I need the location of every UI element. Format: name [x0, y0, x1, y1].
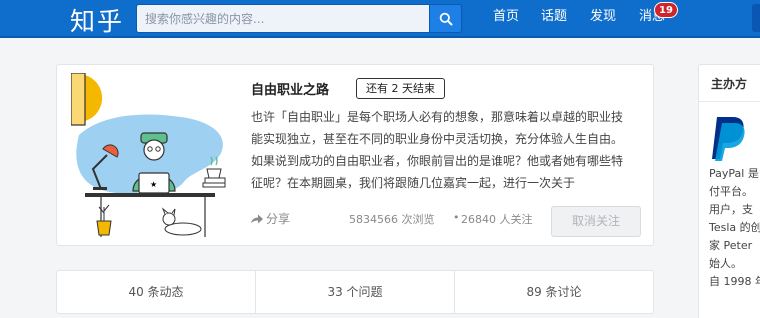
organizer-line: Tesla 的创	[709, 221, 760, 234]
nav-home[interactable]: 首页	[493, 0, 519, 36]
search-button[interactable]	[430, 4, 462, 33]
share-arrow-icon	[251, 214, 263, 223]
nav-topics[interactable]: 话题	[541, 0, 567, 36]
organizer-line: PayPal 是	[709, 167, 759, 180]
organizer-description: PayPal 是 付平台。 用户，支 Tesla 的创 家 Peter 始人。 …	[709, 165, 760, 291]
search-input[interactable]	[136, 4, 430, 33]
search-bar	[136, 4, 462, 33]
organizer-sidebar: 主办方 PayPal 是 付平台。 用户，支 Tesla 的创 家 Peter …	[698, 64, 760, 318]
nav-discover[interactable]: 发现	[590, 0, 616, 36]
top-navigation-bar: 知乎 首页 话题 发现 消息 19	[0, 0, 760, 38]
zhihu-logo[interactable]: 知乎	[70, 2, 124, 38]
organizer-line: 始人。	[709, 257, 742, 270]
roundtable-card: ★ 自由职业之路 还有 2 天结束 也许「自由职业」是每个职场人必有的想象，那意…	[56, 64, 654, 246]
view-count: 5834566 次浏览	[349, 213, 435, 226]
tab-activities[interactable]: 40 条动态	[57, 271, 255, 313]
share-label: 分享	[266, 212, 291, 226]
svg-text:★: ★	[150, 180, 157, 189]
tab-questions[interactable]: 33 个问题	[255, 271, 454, 313]
search-icon	[439, 12, 452, 25]
message-count-badge: 19	[654, 2, 678, 18]
organizer-line: 用户，支	[709, 203, 753, 216]
sidebar-title: 主办方	[711, 77, 748, 91]
status-badge: 还有 2 天结束	[356, 78, 445, 99]
ask-button[interactable]	[752, 4, 760, 32]
roundtable-tabs: 40 条动态 33 个问题 89 条讨论	[56, 270, 654, 314]
divider	[699, 101, 760, 102]
organizer-line: 家 Peter	[709, 239, 753, 252]
paypal-logo[interactable]	[711, 115, 745, 161]
roundtable-title[interactable]: 自由职业之路	[251, 79, 329, 98]
tab-discussions[interactable]: 89 条讨论	[454, 271, 653, 313]
organizer-line: 付平台。	[709, 185, 753, 198]
share-button[interactable]: 分享	[251, 210, 290, 227]
stats-separator: •	[453, 211, 460, 224]
roundtable-illustration: ★	[71, 73, 226, 237]
roundtable-description: 也许「自由职业」是每个职场人必有的想象，那意味着以卓越的职业技能实现独立，甚至在…	[251, 110, 624, 190]
organizer-line: 自 1998 年	[709, 275, 760, 288]
follower-count: 26840 人关注	[461, 213, 533, 226]
unfollow-button[interactable]: 取消关注	[551, 206, 641, 237]
